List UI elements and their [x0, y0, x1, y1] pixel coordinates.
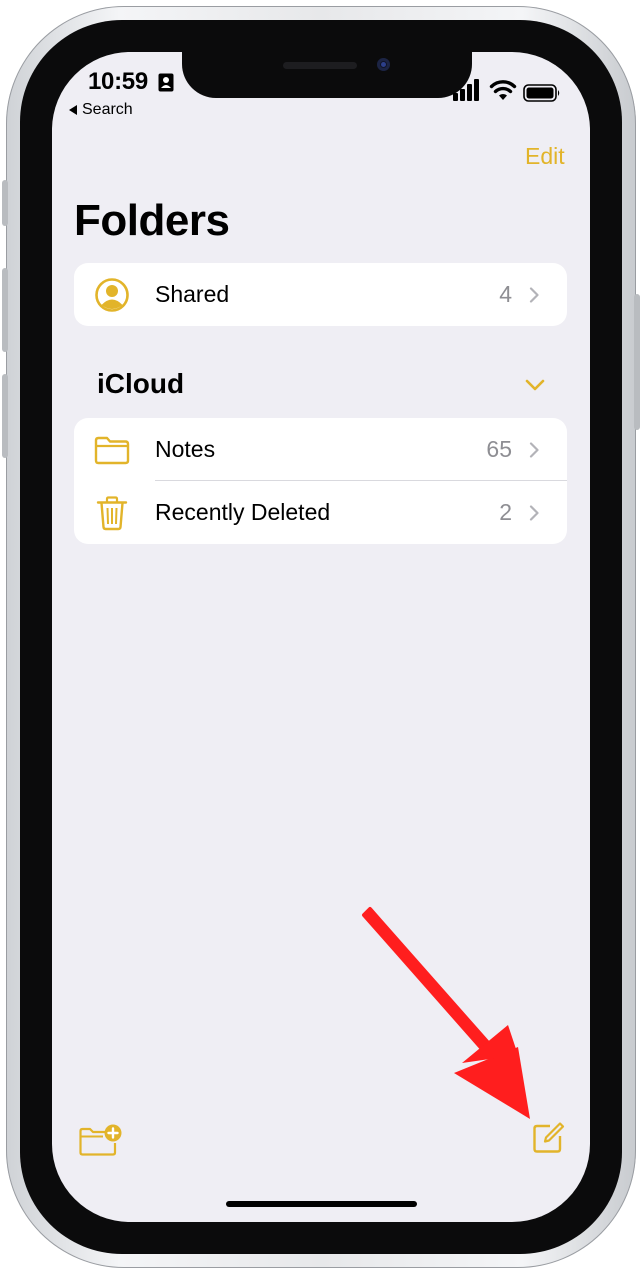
- folder-count: 2: [499, 499, 512, 525]
- folder-label: Shared: [155, 281, 230, 307]
- earpiece-speaker: [283, 62, 357, 69]
- folder-row-shared[interactable]: Shared 4: [74, 263, 567, 326]
- volume-up-button: [2, 268, 8, 352]
- folder-row-recently-deleted[interactable]: Recently Deleted 2: [74, 481, 567, 544]
- wifi-icon: [489, 80, 517, 100]
- trash-icon: [96, 496, 128, 531]
- page-title: Folders: [74, 196, 230, 245]
- folder-icon: [94, 436, 130, 465]
- back-to-search-link[interactable]: Search: [69, 101, 133, 119]
- chevron-right-icon: [529, 287, 539, 303]
- new-folder-icon[interactable]: [79, 1123, 123, 1157]
- section-header-icloud[interactable]: iCloud: [97, 368, 184, 400]
- shared-card: Shared 4: [74, 263, 567, 326]
- edit-button[interactable]: Edit: [525, 143, 565, 170]
- folder-row-notes[interactable]: Notes 65: [74, 418, 567, 481]
- folder-label: Recently Deleted: [155, 499, 331, 525]
- volume-down-button: [2, 374, 8, 458]
- icloud-card: Notes 65 Recently Deleted 2: [74, 418, 567, 544]
- compose-icon[interactable]: [531, 1121, 565, 1155]
- front-camera: [377, 58, 390, 71]
- notch: [182, 52, 472, 98]
- cellular-signal-icon: [453, 79, 479, 101]
- home-indicator[interactable]: [226, 1201, 417, 1207]
- chevron-right-icon: [529, 505, 539, 521]
- folder-count: 65: [486, 436, 512, 462]
- back-search-label: Search: [82, 101, 133, 118]
- person-badge-icon: [158, 73, 174, 92]
- power-button: [634, 294, 640, 430]
- silent-switch: [2, 180, 8, 226]
- chevron-down-icon[interactable]: [525, 379, 545, 391]
- battery-icon: [523, 84, 560, 102]
- back-arrow-icon: [69, 105, 77, 115]
- red-arrow-annotation: [362, 907, 530, 1119]
- folder-label: Notes: [155, 436, 216, 462]
- status-time: 10:59: [88, 68, 148, 95]
- chevron-right-icon: [529, 442, 539, 458]
- person-circle-icon: [95, 278, 129, 312]
- folder-count: 4: [499, 281, 512, 307]
